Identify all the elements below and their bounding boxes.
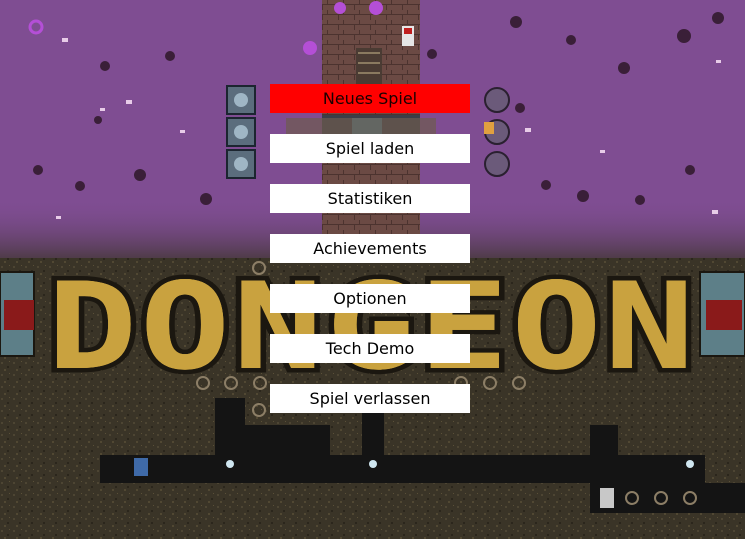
drill-left [0, 271, 35, 357]
load-game-button[interactable]: Spiel laden [270, 134, 470, 163]
quit-game-button[interactable]: Spiel verlassen [270, 384, 470, 413]
logo-art: DONGEON DONGEON [43, 254, 700, 402]
game-background: DONGEON DONGEON [0, 0, 745, 539]
new-game-button[interactable]: Neues Spiel [270, 84, 470, 113]
achievements-button[interactable]: Achievements [270, 234, 470, 263]
turret-column-right [484, 87, 510, 177]
miner-sprite [134, 458, 148, 476]
options-button[interactable]: Optionen [270, 284, 470, 313]
turret-column-left [226, 85, 256, 179]
statistics-button[interactable]: Statistiken [270, 184, 470, 213]
svg-text:DONGEON: DONGEON [47, 258, 697, 397]
tech-demo-button[interactable]: Tech Demo [270, 334, 470, 363]
drill-right [699, 271, 745, 357]
